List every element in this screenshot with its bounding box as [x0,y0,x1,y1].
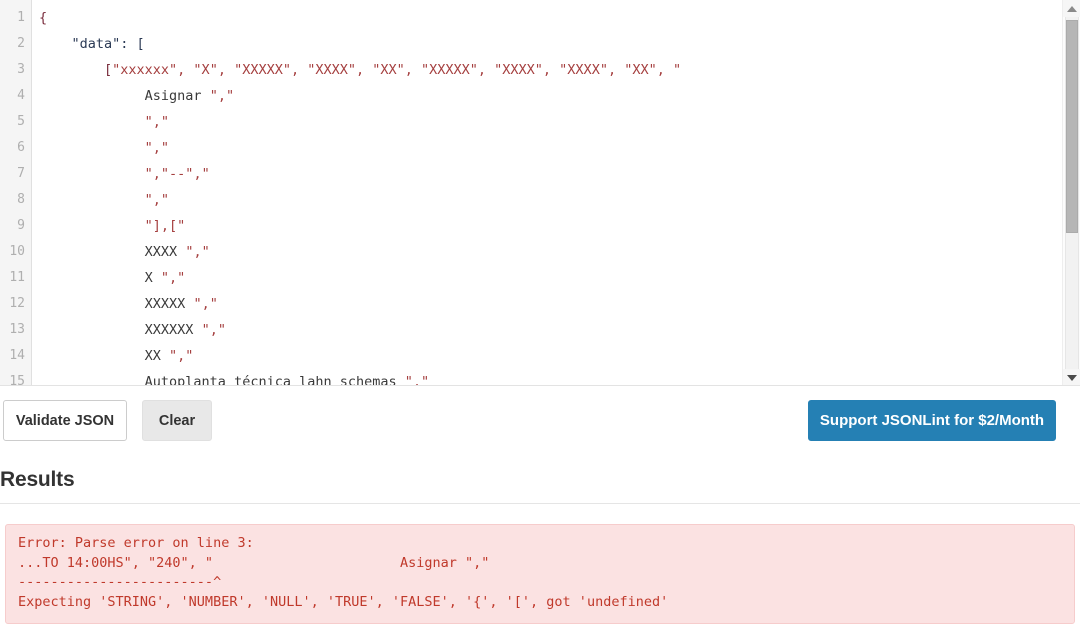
code-line[interactable]: X "," [39,265,1056,291]
code-token: XXXXX [39,296,194,312]
editor-content[interactable]: 1 2 3 4 5 6 7 8 9 10 11 12 13 14 15 { "data": [ ["xxxx… [0,0,1056,386]
validate-json-label: Validate JSON [15,412,115,429]
line-number: 15 [9,374,25,386]
line-number: 6 [17,140,25,155]
code-line[interactable]: "],[" [39,213,1056,239]
line-number: 1 [17,10,25,25]
code-line[interactable]: ","--"," [39,161,1056,187]
line-number: 5 [17,114,25,129]
code-line[interactable]: "," [39,187,1056,213]
code-line[interactable]: XXXXXX "," [39,317,1056,343]
error-line: ------------------------^ [18,574,222,590]
code-token: "data": [ [39,36,145,52]
json-editor[interactable]: 1 2 3 4 5 6 7 8 9 10 11 12 13 14 15 { "data": [ ["xxxx… [0,0,1080,386]
scroll-up-arrow[interactable] [1063,0,1080,17]
code-token: "," [144,114,170,130]
code-token: "],[" [144,218,186,234]
error-line: ...TO 14:00HS", "240", " Asignar "," [18,554,490,571]
code-token: Autoplanta técnica lahn schemas [39,374,405,386]
editor-vertical-scrollbar[interactable] [1062,0,1080,385]
code-token: Asignar [39,88,210,104]
code-token: "xxxxxx", "X", "XXXXX", "XXXX", "XX", "X… [112,62,682,78]
code-token: "," [144,192,170,208]
error-message-box: Error: Parse error on line 3: ...TO 14:00… [5,524,1075,624]
code-token: XX [39,348,170,364]
code-line[interactable]: XX "," [39,343,1056,369]
support-jsonlint-label: Support JSONLint for $2/Month [819,412,1045,429]
results-section: Results Error: Parse error on line 3:...… [0,457,1080,624]
error-line: Error: Parse error on line 3: [18,535,254,551]
code-token: "," [160,270,186,286]
code-token: [ [39,62,113,78]
line-number: 14 [9,348,25,363]
code-line[interactable]: { [39,5,1056,31]
code-token: { [39,10,48,26]
code-line[interactable]: ["xxxxxx", "X", "XXXXX", "XXXX", "XX", "… [39,57,1056,83]
line-number: 4 [17,88,25,103]
code-token: "," [209,88,235,104]
code-line[interactable]: "," [39,135,1056,161]
code-token: "," [201,322,226,338]
code-token: "," [404,374,430,386]
line-number-gutter: 1 2 3 4 5 6 7 8 9 10 11 12 13 14 15 [0,0,32,386]
code-token: ","--"," [144,166,210,182]
code-line[interactable]: "data": [ [39,31,1056,57]
code-line[interactable]: Autoplanta técnica lahn schemas "," [39,369,1056,386]
scroll-down-arrow[interactable] [1063,369,1080,385]
error-line: Expecting 'STRING', 'NUMBER', 'NULL', 'T… [18,593,669,610]
results-divider [0,503,1080,504]
line-number: 7 [17,166,25,181]
line-number: 3 [17,62,25,77]
line-number: 10 [9,244,25,259]
line-number: 2 [17,36,25,51]
line-number: 11 [9,270,25,285]
action-toolbar: Validate JSON Clear Support JSONLint for… [0,386,1080,457]
validate-json-button[interactable]: Validate JSON [3,400,127,441]
code-token: XXXXXX [39,322,202,338]
code-token: "," [193,296,218,312]
code-line[interactable]: XXXXX "," [39,291,1056,317]
code-token: XXXX [39,244,186,260]
code-line[interactable]: Asignar "," [39,83,1056,109]
code-token: "," [144,140,170,156]
code-token: "," [185,244,210,260]
scrollbar-thumb[interactable] [1066,20,1078,233]
code-line[interactable]: "," [39,109,1056,135]
clear-button[interactable]: Clear [142,400,212,441]
code-token: "," [169,348,194,364]
code-line[interactable]: XXXX "," [39,239,1056,265]
code-token: X [39,270,161,286]
line-number: 12 [9,296,25,311]
line-number: 9 [17,218,25,233]
code-area[interactable]: { "data": [ ["xxxxxx", "X", "XXXXX", "XX… [32,0,1056,386]
clear-label: Clear [158,412,196,429]
support-jsonlint-button[interactable]: Support JSONLint for $2/Month [808,400,1056,441]
results-heading: Results [0,468,75,491]
line-number: 13 [9,322,25,337]
line-number: 8 [17,192,25,207]
